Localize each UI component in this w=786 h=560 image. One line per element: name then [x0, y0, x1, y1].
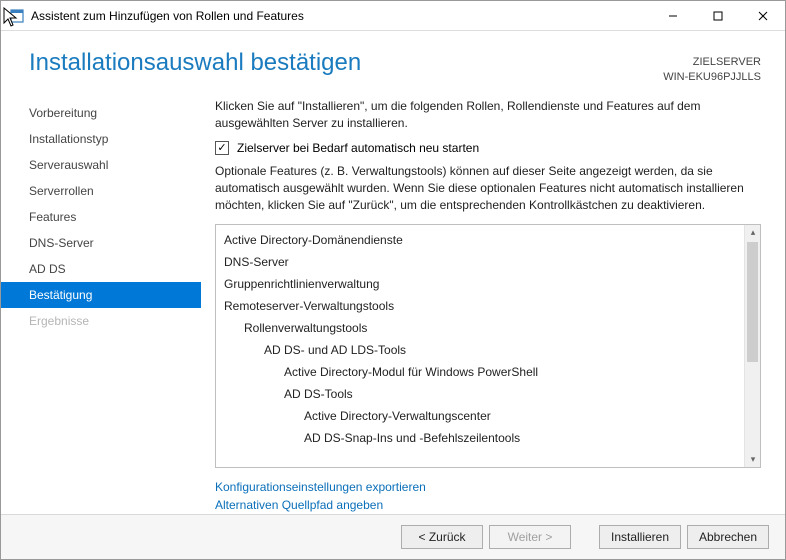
cancel-button[interactable]: Abbrechen [687, 525, 769, 549]
maximize-button[interactable] [695, 1, 740, 31]
feature-item[interactable]: Active Directory-Verwaltungscenter [224, 405, 742, 427]
scroll-up-icon[interactable]: ▴ [745, 225, 761, 241]
intro-text: Klicken Sie auf "Installieren", um die f… [215, 98, 761, 132]
feature-item[interactable]: Active Directory-Domänendienste [224, 229, 742, 251]
step-dnsserver[interactable]: DNS-Server [1, 230, 201, 256]
export-config-link[interactable]: Konfigurationseinstellungen exportieren [215, 478, 761, 496]
feature-item[interactable]: AD DS-Snap-Ins und -Befehlszeilentools [224, 427, 742, 449]
feature-list: Active Directory-DomänendiensteDNS-Serve… [215, 224, 761, 468]
target-value: WIN-EKU96PJJLLS [663, 70, 761, 85]
step-results: Ergebnisse [1, 308, 201, 334]
app-icon [9, 8, 25, 24]
optional-text: Optionale Features (z. B. Verwaltungstoo… [215, 163, 761, 213]
step-serverroles[interactable]: Serverrollen [1, 178, 201, 204]
page-heading: Installationsauswahl bestätigen [29, 49, 361, 77]
step-installtype[interactable]: Installationstyp [1, 126, 201, 152]
header: Installationsauswahl bestätigen ZIELSERV… [1, 31, 785, 92]
scrollbar[interactable]: ▴ ▾ [744, 225, 760, 467]
content-area: Klicken Sie auf "Installieren", um die f… [201, 96, 785, 514]
window-title: Assistent zum Hinzufügen von Rollen und … [31, 9, 650, 23]
body: VorbereitungInstallationstypServerauswah… [1, 92, 785, 514]
step-preparation[interactable]: Vorbereitung [1, 100, 201, 126]
feature-item[interactable]: Gruppenrichtlinienverwaltung [224, 273, 742, 295]
step-adds[interactable]: AD DS [1, 256, 201, 282]
titlebar: Assistent zum Hinzufügen von Rollen und … [1, 1, 785, 31]
close-button[interactable] [740, 1, 785, 31]
feature-item[interactable]: Rollenverwaltungstools [224, 317, 742, 339]
wizard-sidebar: VorbereitungInstallationstypServerauswah… [1, 96, 201, 514]
minimize-button[interactable] [650, 1, 695, 31]
step-confirmation[interactable]: Bestätigung [1, 282, 201, 308]
auto-restart-label: Zielserver bei Bedarf automatisch neu st… [237, 141, 479, 155]
footer: < Zurück Weiter > Installieren Abbrechen [1, 514, 785, 559]
install-button[interactable]: Installieren [599, 525, 681, 549]
scroll-thumb[interactable] [747, 242, 758, 362]
alt-source-link[interactable]: Alternativen Quellpfad angeben [215, 496, 761, 514]
back-button[interactable]: < Zurück [401, 525, 483, 549]
auto-restart-row: ✓ Zielserver bei Bedarf automatisch neu … [215, 141, 761, 155]
next-button: Weiter > [489, 525, 571, 549]
target-server-info: ZIELSERVER WIN-EKU96PJJLLS [663, 49, 761, 86]
feature-item[interactable]: DNS-Server [224, 251, 742, 273]
wizard-window: Assistent zum Hinzufügen von Rollen und … [0, 0, 786, 560]
feature-item[interactable]: AD DS-Tools [224, 383, 742, 405]
step-serverselect[interactable]: Serverauswahl [1, 152, 201, 178]
target-label: ZIELSERVER [663, 55, 761, 70]
scroll-down-icon[interactable]: ▾ [745, 451, 761, 467]
step-features[interactable]: Features [1, 204, 201, 230]
feature-item[interactable]: Active Directory-Modul für Windows Power… [224, 361, 742, 383]
links-area: Konfigurationseinstellungen exportieren … [215, 478, 761, 514]
auto-restart-checkbox[interactable]: ✓ [215, 141, 229, 155]
feature-item[interactable]: AD DS- und AD LDS-Tools [224, 339, 742, 361]
feature-item[interactable]: Remoteserver-Verwaltungstools [224, 295, 742, 317]
